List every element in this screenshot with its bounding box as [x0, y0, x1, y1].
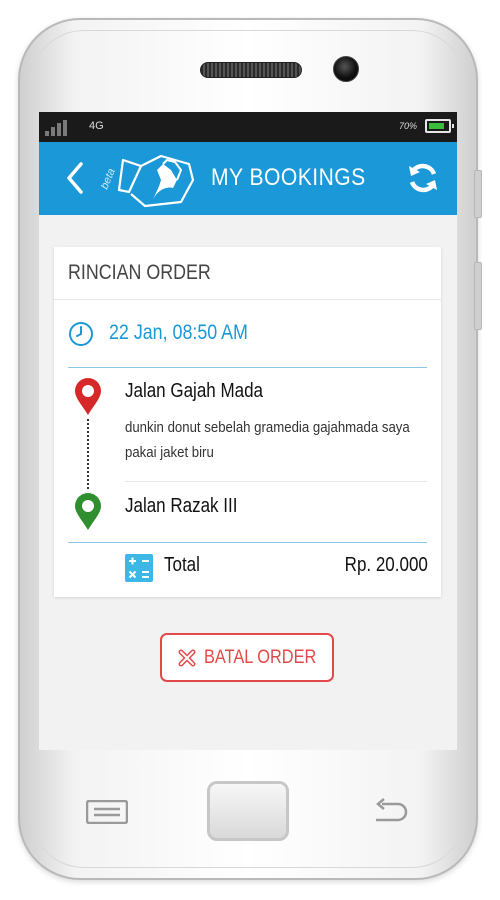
pickup-location: Jalan Gajah Mada [125, 380, 263, 402]
page-title: MY BOOKINGS [211, 164, 366, 191]
pickup-pin-icon [74, 378, 102, 416]
section-title: RINCIAN ORDER [68, 261, 211, 284]
divider [125, 481, 427, 482]
card-header: RINCIAN ORDER [54, 247, 441, 300]
dropoff-pin-icon [74, 493, 102, 531]
total-label: Total [164, 554, 200, 576]
clock-icon [68, 321, 94, 347]
dropoff-location: Jalan Razak III [125, 495, 238, 517]
earpiece-speaker [200, 62, 302, 78]
pickup-note: dunkin donut sebelah gramedia gajahmada … [125, 419, 410, 461]
volume-button [474, 262, 482, 330]
signal-icon [45, 120, 67, 136]
back-nav-icon[interactable] [372, 798, 408, 826]
front-camera [333, 56, 359, 82]
battery-nub [452, 124, 454, 128]
divider [68, 542, 427, 543]
menu-icon[interactable] [85, 799, 129, 825]
logo-badge: beta [101, 167, 118, 191]
status-bar: 4G 70% [39, 112, 457, 142]
cancel-order-button[interactable]: BATAL ORDER [160, 633, 334, 682]
order-time-row: 22 Jan, 08:50 AM [54, 299, 441, 367]
total-value: Rp. 20.000 [344, 554, 428, 576]
battery-percent: 70% [398, 121, 417, 131]
app-screen: 4G 70% beta MY BOOKINGS RINCIAN ORDER 22… [39, 112, 457, 750]
route-connector [87, 419, 89, 489]
logo-icon: beta [99, 150, 197, 210]
cancel-order-label: BATAL ORDER [204, 647, 317, 668]
order-datetime: 22 Jan, 08:50 AM [109, 321, 248, 344]
divider [68, 367, 427, 368]
battery-icon [425, 119, 454, 133]
calculator-icon [125, 554, 153, 582]
power-button [474, 170, 482, 218]
order-detail-card: RINCIAN ORDER 22 Jan, 08:50 AM Jalan Gaj… [54, 247, 441, 597]
network-type: 4G [89, 120, 104, 132]
home-button[interactable] [207, 781, 289, 841]
cancel-icon [178, 649, 196, 667]
refresh-icon[interactable] [405, 160, 441, 196]
battery-level [429, 123, 445, 129]
app-bar: beta MY BOOKINGS [39, 142, 457, 215]
back-icon[interactable] [61, 160, 91, 196]
